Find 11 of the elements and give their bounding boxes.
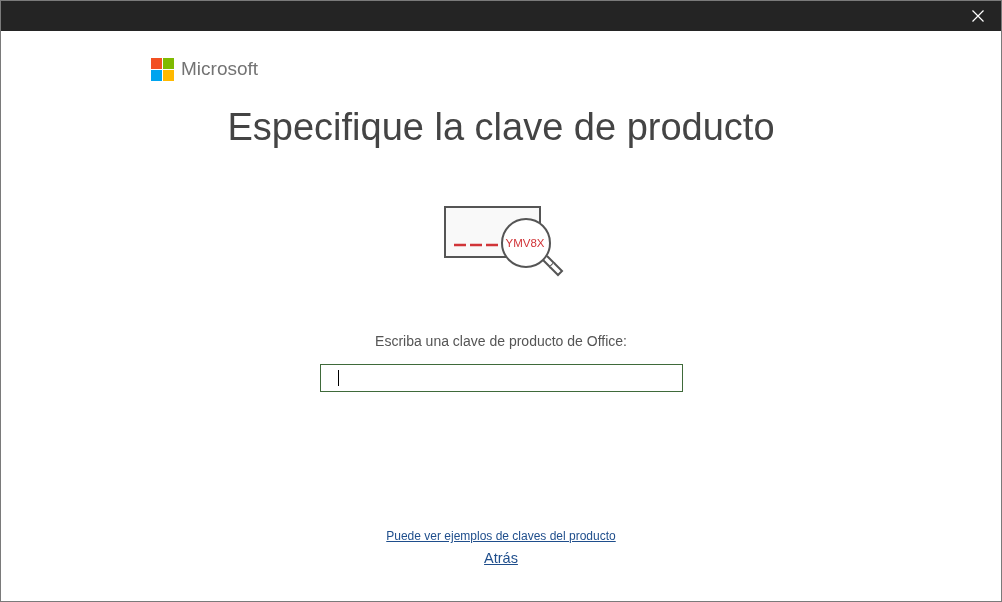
four-squares-logo-icon — [151, 57, 174, 81]
page-heading: Especifique la clave de producto — [227, 105, 775, 150]
sample-key-text: YMV8X — [505, 237, 545, 249]
link[interactable]: Puede ver ejemplos de claves del producto — [386, 528, 616, 544]
link[interactable]: Atrás — [484, 549, 518, 567]
logo-text: Microsoft — [181, 58, 259, 80]
text-cursor-icon — [337, 370, 339, 386]
magnifier-icon — [501, 218, 564, 277]
close-icon — [972, 10, 984, 22]
field-label: Escriba una clave de producto de Office: — [375, 332, 627, 350]
product-key-field[interactable] — [319, 364, 683, 392]
